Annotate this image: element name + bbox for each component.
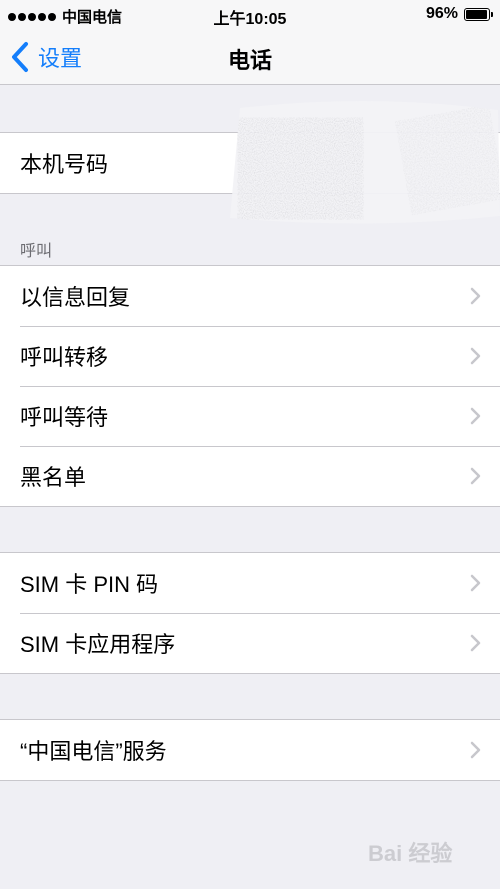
- row-blacklist[interactable]: 黑名单: [0, 446, 500, 506]
- row-call-waiting[interactable]: 呼叫等待: [0, 386, 500, 446]
- row-label: SIM 卡 PIN 码: [20, 572, 159, 597]
- page-title: 电话: [227, 48, 272, 73]
- chevron-right-icon: [470, 741, 481, 759]
- group-call: 以信息回复 呼叫转移 呼叫等待 黑名单: [0, 265, 500, 507]
- row-sim-pin[interactable]: SIM 卡 PIN 码: [0, 553, 500, 613]
- watermark-text: Bai 经验: [368, 841, 453, 866]
- chevron-right-icon: [470, 634, 481, 652]
- status-bar: 中国电信 上午10:05 96%: [0, 0, 500, 30]
- group-sim: SIM 卡 PIN 码 SIM 卡应用程序: [0, 552, 500, 674]
- battery-percent: 96%: [425, 5, 458, 22]
- baidu-watermark: Bai 经验: [368, 836, 452, 868]
- chevron-right-icon: [470, 287, 481, 305]
- row-call-forwarding[interactable]: 呼叫转移: [0, 326, 500, 386]
- row-carrier-services[interactable]: “中国电信”服务: [0, 720, 500, 780]
- row-my-number[interactable]: 本机号码: [0, 133, 500, 193]
- row-sim-applications[interactable]: SIM 卡应用程序: [0, 613, 500, 673]
- battery-icon: [464, 7, 493, 21]
- group-my-number: 本机号码: [0, 132, 500, 194]
- row-label: 呼叫转移: [20, 345, 109, 370]
- navigation-bar: 设置 电话: [0, 30, 500, 85]
- battery-fill: [466, 9, 488, 19]
- section-header-call: 呼叫: [20, 243, 53, 260]
- chevron-right-icon: [470, 407, 481, 425]
- chevron-right-icon: [470, 574, 481, 592]
- row-label: 以信息回复: [20, 285, 131, 310]
- row-label: 黑名单: [20, 465, 87, 490]
- status-right: 96%: [425, 5, 493, 23]
- group-carrier-services: “中国电信”服务: [0, 719, 500, 781]
- chevron-right-icon: [470, 347, 481, 365]
- row-respond-with-text[interactable]: 以信息回复: [0, 266, 500, 326]
- row-label: SIM 卡应用程序: [20, 632, 176, 657]
- chevron-right-icon: [470, 467, 481, 485]
- row-label: 本机号码: [20, 152, 109, 177]
- row-label: 呼叫等待: [20, 405, 109, 430]
- row-label: “中国电信”服务: [20, 739, 167, 764]
